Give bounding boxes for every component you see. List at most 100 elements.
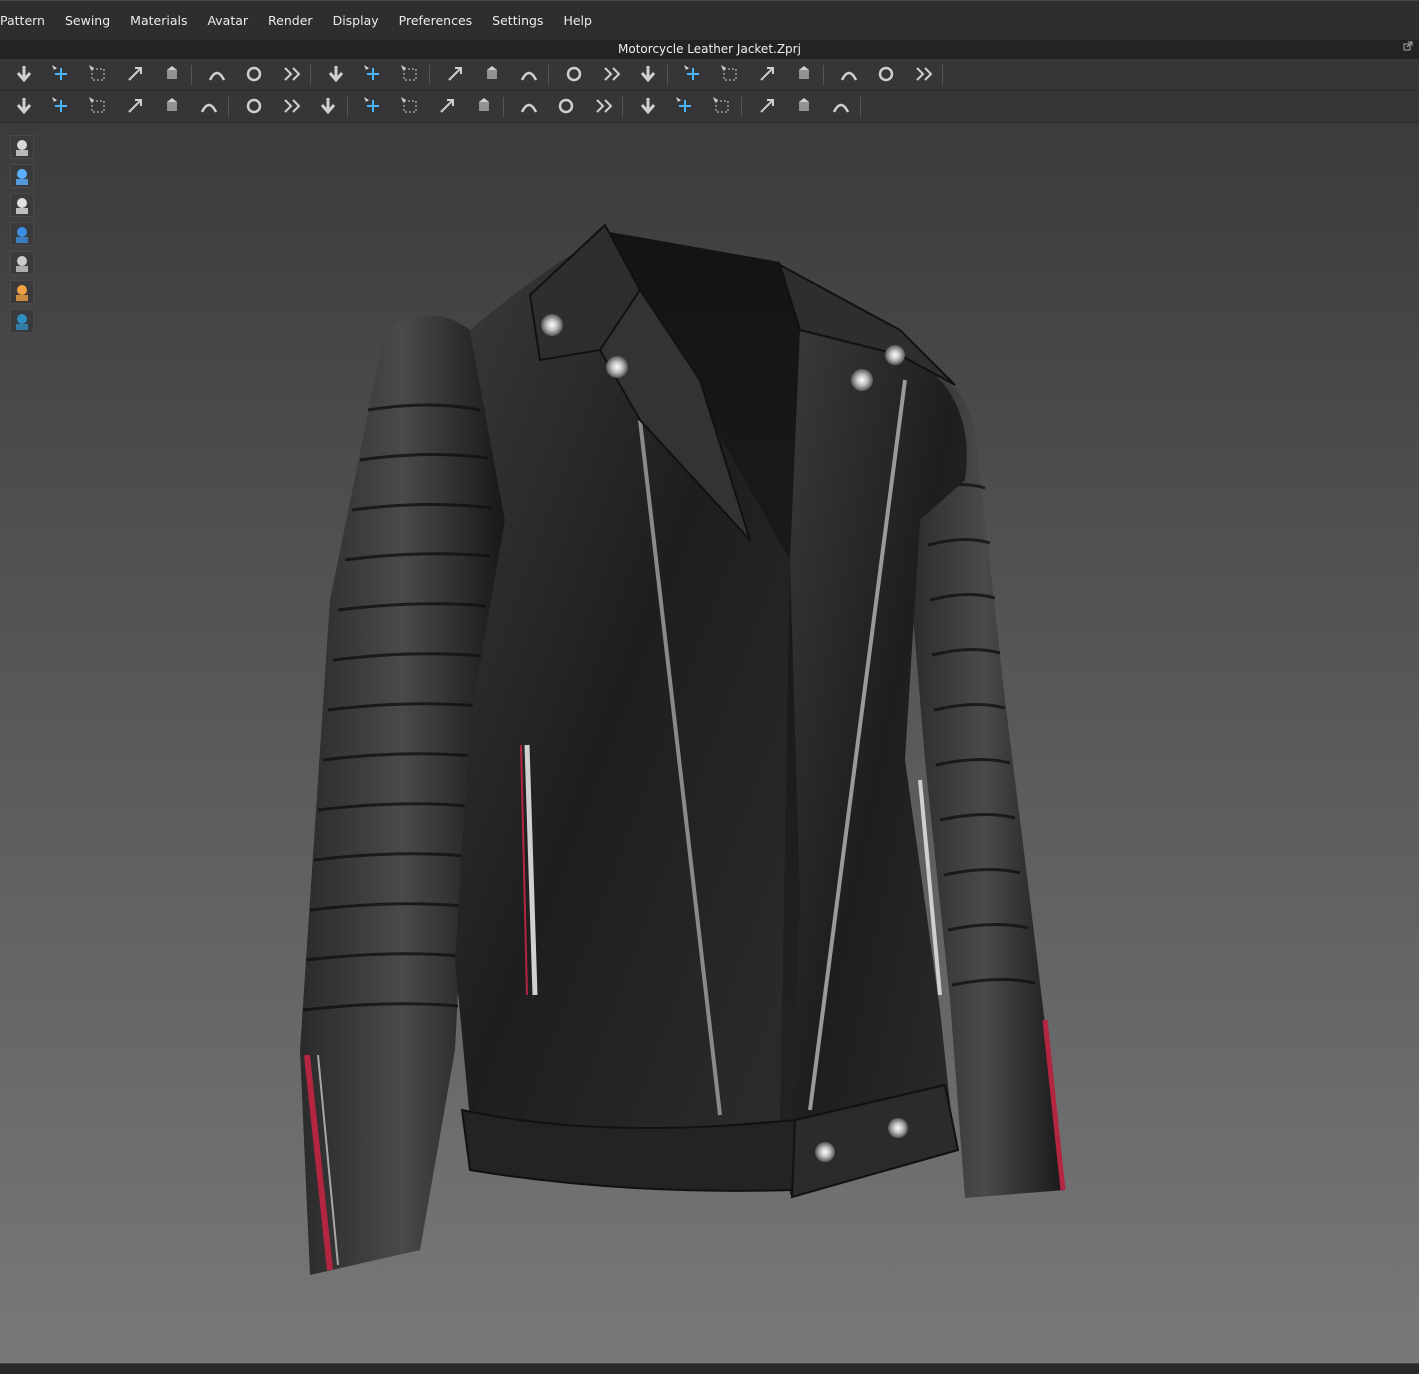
stack-tool-button[interactable] [681,62,705,86]
fit-map-tool-button[interactable] [755,94,779,118]
stack-2-tool-button[interactable] [718,62,742,86]
toolbar-separator [860,97,861,117]
line-icon [440,99,454,113]
pin-tool-button[interactable] [755,62,779,86]
piping-tool-button[interactable] [554,94,578,118]
layer-tool-button[interactable] [636,62,660,86]
iron-icon [89,97,105,113]
arrange-side-tool-button[interactable] [480,62,504,86]
strain-icon [832,103,850,113]
strengthen-icon [128,99,142,113]
button-icon [364,97,379,112]
toolbar-separator [347,97,348,117]
avatar-tool-button[interactable] [517,62,541,86]
transform-pattern-tool-button[interactable] [49,62,73,86]
fold-arrangement-icon [208,71,226,81]
arrange-front-tool-button[interactable] [443,62,467,86]
buttonhole-tool-button[interactable] [398,94,422,118]
stack-2-icon [721,65,737,81]
toolbar-separator [741,97,742,117]
bond-icon [640,98,656,115]
stress-map-tool-button[interactable] [792,94,816,118]
gather-tool-button[interactable] [361,62,385,86]
shrink-tool-button[interactable] [160,94,184,118]
toolbar-separator [667,65,668,85]
bond-2-tool-button[interactable] [673,94,697,118]
edit-pattern-tool-button[interactable] [123,62,147,86]
fold-tool-button[interactable] [242,62,266,86]
menu-display[interactable]: Display [323,13,389,28]
menu-bar: Pattern Sewing Materials Avatar Render Displa… [0,0,1419,40]
flat-sewing-icon [284,99,301,113]
simulation-tool-button[interactable] [12,62,36,86]
zipper-icon [520,103,538,113]
popout-icon[interactable] [1403,41,1413,51]
fold-arrangement-tool-button[interactable] [205,62,229,86]
toolbar-secondary [0,91,1419,123]
select-box-icon [89,65,105,81]
toolbar-separator [503,97,504,117]
button-tool-button[interactable] [361,94,385,118]
measure-icon [878,66,894,82]
tape-tool-button[interactable] [837,62,861,86]
arrange-side-icon [487,66,497,79]
menu-materials[interactable]: Materials [120,13,197,28]
line-tool-button[interactable] [435,94,459,118]
layer-icon [640,66,656,83]
piping-2-icon [596,99,613,113]
bond-tool-button[interactable] [636,94,660,118]
toolbar-separator [429,65,430,85]
measure-tool-button[interactable] [874,62,898,86]
toolbar-separator [228,97,229,117]
texture-tool-button[interactable] [197,94,221,118]
transform-pattern-icon [52,65,67,80]
bond-2-icon [676,97,691,112]
strain-tool-button[interactable] [829,94,853,118]
gather-icon [364,65,379,80]
jacket-3d-model[interactable] [0,123,1419,1363]
unfold-tool-button[interactable] [279,62,303,86]
garment-tool-button[interactable] [398,62,422,86]
select-box-tool-button[interactable] [86,62,110,86]
transform-garment-icon [167,66,177,79]
3d-viewport[interactable] [0,123,1419,1363]
fold-icon [246,66,262,82]
layer-clone-down-tool-button[interactable] [599,62,623,86]
menu-pattern[interactable]: Pattern [0,13,55,28]
fabric-tool-button[interactable] [316,94,340,118]
menu-avatar[interactable]: Avatar [197,13,258,28]
segment-sewing-tool-button[interactable] [324,62,348,86]
flat-sewing-tool-button[interactable] [279,94,303,118]
puckering-icon [246,98,262,114]
menu-preferences[interactable]: Preferences [389,13,483,28]
zipper-tool-button[interactable] [517,94,541,118]
fabric-icon [320,98,336,115]
snap-icon [479,98,489,111]
buttonhole-icon [401,97,417,113]
menu-help[interactable]: Help [553,13,602,28]
snap-tool-button[interactable] [472,94,496,118]
ruler-tool-button[interactable] [911,62,935,86]
pleat-tool-button[interactable] [710,94,734,118]
toolbar-primary [0,59,1419,91]
pose-tool-button[interactable] [12,94,36,118]
edit-pattern-icon [128,67,142,81]
layer-clone-up-tool-button[interactable] [562,62,586,86]
menu-sewing[interactable]: Sewing [55,13,120,28]
toolbar-separator [310,65,311,85]
stack-icon [684,65,699,80]
strengthen-tool-button[interactable] [123,94,147,118]
toolbar-separator [548,65,549,85]
steam-tool-button[interactable] [49,94,73,118]
shrink-icon [167,98,177,111]
menu-settings[interactable]: Settings [482,13,553,28]
menu-render[interactable]: Render [258,13,323,28]
window-title-bar: Motorcycle Leather Jacket.Zprj [0,40,1419,59]
puckering-tool-button[interactable] [242,94,266,118]
transform-garment-tool-button[interactable] [160,62,184,86]
pin-2-tool-button[interactable] [792,62,816,86]
piping-2-tool-button[interactable] [591,94,615,118]
unfold-icon [284,67,301,81]
iron-tool-button[interactable] [86,94,110,118]
pin-2-icon [799,66,809,79]
